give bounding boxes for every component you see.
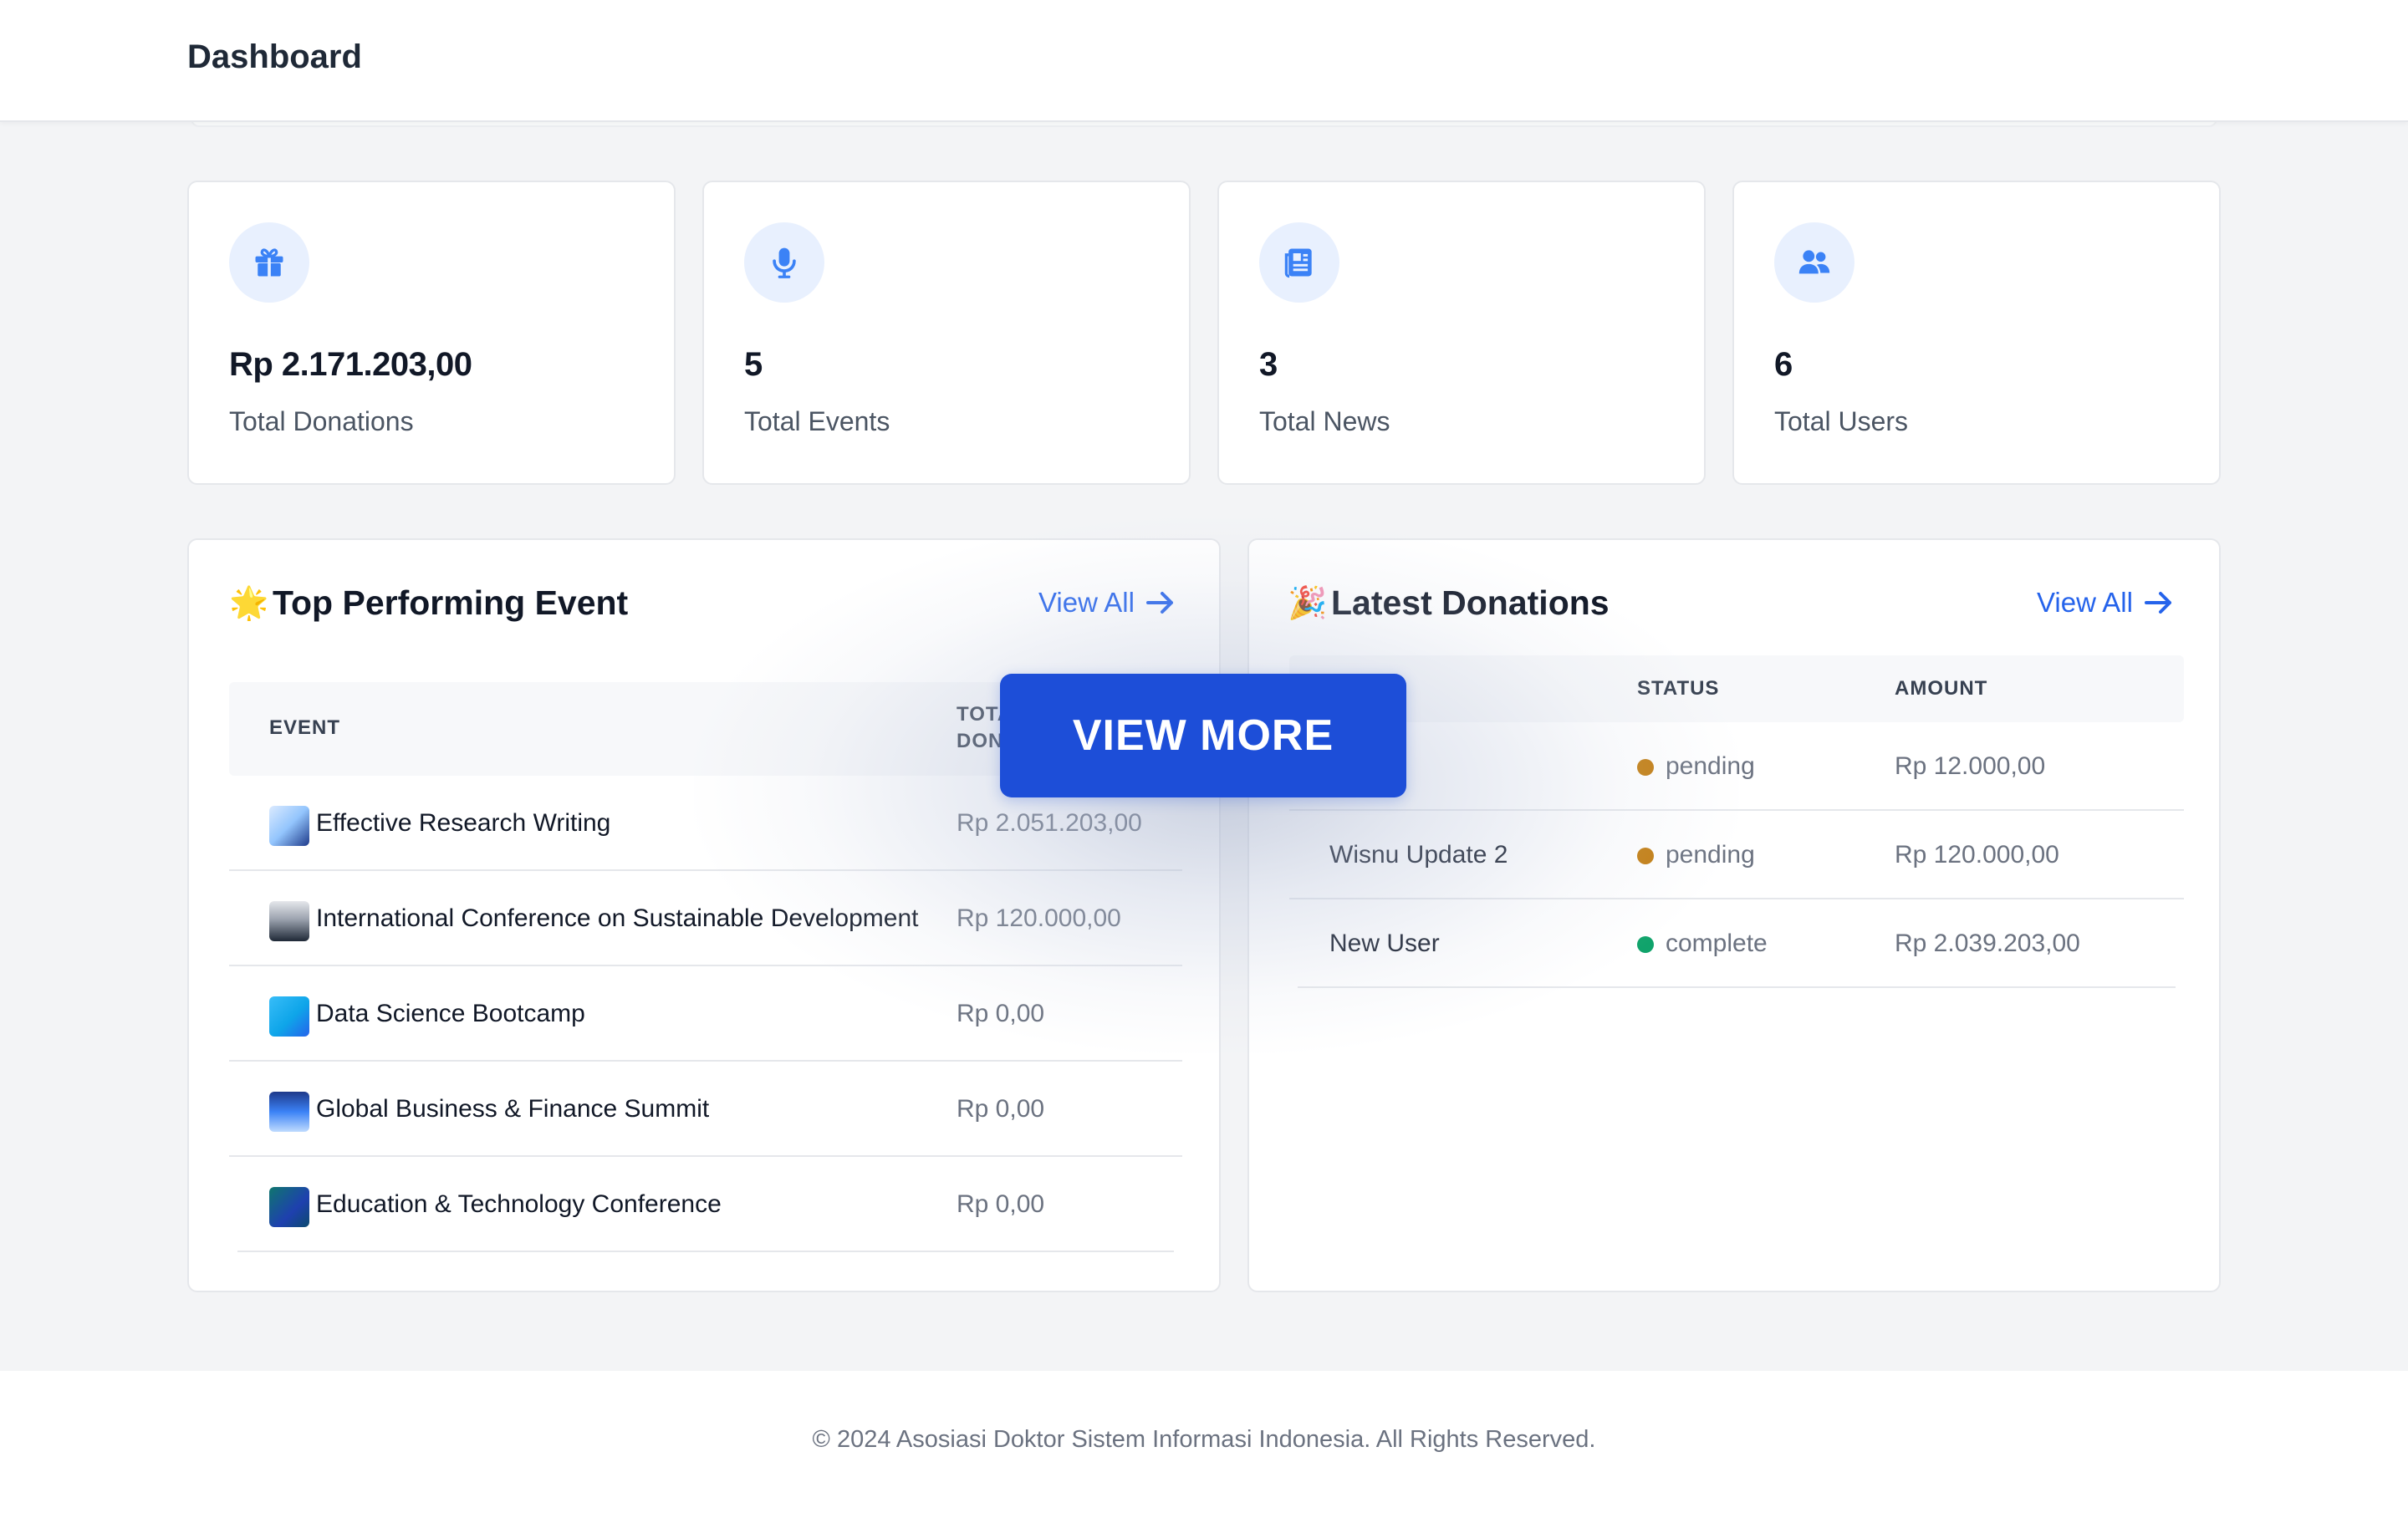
event-name: Global Business & Finance Summit bbox=[316, 1095, 710, 1123]
latest-donations-panel: 🎉 Latest Donations View All STATUS AMOUN… bbox=[1247, 538, 2221, 1292]
event-name: Data Science Bootcamp bbox=[316, 1000, 585, 1027]
event-total: Rp 120.000,00 bbox=[957, 904, 1121, 932]
stat-card-events: 5 Total Events bbox=[702, 181, 1191, 485]
event-total: Rp 0,00 bbox=[957, 1095, 1045, 1123]
table-row[interactable]: Data Science Bootcamp Rp 0,00 bbox=[229, 966, 1182, 1062]
donor-name: Wisnu Update 2 bbox=[1329, 841, 1508, 869]
stat-value: 6 bbox=[1774, 346, 1793, 383]
stat-label: Total Events bbox=[744, 406, 890, 436]
stat-label: Total Users bbox=[1774, 406, 1909, 436]
table-row[interactable]: Education & Technology Conference Rp 0,0… bbox=[237, 1157, 1174, 1252]
stat-value: 3 bbox=[1259, 346, 1278, 383]
stat-label: Total News bbox=[1259, 406, 1390, 436]
stat-label: Total Donations bbox=[229, 406, 414, 436]
event-thumbnail-image bbox=[269, 901, 309, 941]
stat-card-donations: Rp 2.171.203,00 Total Donations bbox=[187, 181, 676, 485]
table-row[interactable]: Global Business & Finance Summit Rp 0,00 bbox=[229, 1062, 1182, 1157]
users-icon bbox=[1774, 222, 1854, 303]
table-row[interactable]: Wisnu Update 2 pending Rp 120.000,00 bbox=[1289, 811, 2184, 899]
donation-amount: Rp 120.000,00 bbox=[1895, 841, 2059, 869]
column-header-amount: AMOUNT bbox=[1895, 677, 1988, 700]
party-popper-icon: 🎉 bbox=[1288, 585, 1328, 621]
footer-copyright: © 2024 Asosiasi Doktor Sistem Informasi … bbox=[812, 1426, 1596, 1453]
status-dot bbox=[1637, 848, 1654, 864]
event-name: International Conference on Sustainable … bbox=[316, 904, 919, 932]
stat-value: 5 bbox=[744, 346, 763, 383]
panel-title-text: Top Performing Event bbox=[273, 583, 629, 622]
table-header: STATUS AMOUNT bbox=[1289, 655, 2184, 722]
status-dot bbox=[1637, 936, 1654, 953]
event-total: Rp 0,00 bbox=[957, 1000, 1045, 1027]
donation-status: complete bbox=[1666, 930, 1768, 957]
table-row[interactable]: pending Rp 12.000,00 bbox=[1289, 722, 2184, 811]
event-name: Effective Research Writing bbox=[316, 809, 611, 837]
event-thumbnail-image bbox=[269, 806, 309, 846]
event-total: Rp 2.051.203,00 bbox=[957, 809, 1142, 837]
column-header-status: STATUS bbox=[1637, 677, 1720, 700]
stat-card-users: 6 Total Users bbox=[1732, 181, 2221, 485]
event-total: Rp 0,00 bbox=[957, 1190, 1045, 1218]
event-thumbnail-image bbox=[269, 1092, 309, 1132]
arrow-right-icon bbox=[2144, 592, 2171, 614]
donation-status: pending bbox=[1666, 752, 1755, 780]
event-thumbnail-image bbox=[269, 996, 309, 1037]
column-header-event: EVENT bbox=[269, 716, 341, 739]
gift-icon bbox=[229, 222, 309, 303]
newspaper-icon bbox=[1259, 222, 1339, 303]
view-all-label: View All bbox=[1038, 587, 1135, 618]
panel-title: 🎉 Latest Donations bbox=[1288, 583, 1610, 623]
event-thumbnail-image bbox=[269, 1187, 309, 1227]
page-title: Dashboard bbox=[187, 38, 362, 75]
donor-name: New User bbox=[1329, 930, 1440, 957]
stat-card-news: 3 Total News bbox=[1217, 181, 1706, 485]
top-navbar: Dashboard bbox=[0, 0, 2408, 122]
footer: © 2024 Asosiasi Doktor Sistem Informasi … bbox=[0, 1371, 2408, 1513]
event-name: Education & Technology Conference bbox=[316, 1190, 722, 1218]
microphone-icon bbox=[744, 222, 824, 303]
donation-amount: Rp 2.039.203,00 bbox=[1895, 930, 2080, 957]
donation-amount: Rp 12.000,00 bbox=[1895, 752, 2046, 780]
panel-title-text: Latest Donations bbox=[1331, 583, 1610, 622]
view-all-events-link[interactable]: View All bbox=[1038, 587, 1175, 619]
star-icon: 🌟 bbox=[229, 585, 269, 621]
table-row[interactable]: International Conference on Sustainable … bbox=[229, 871, 1182, 966]
panel-title: 🌟 Top Performing Event bbox=[229, 583, 628, 623]
top-events-panel: 🌟 Top Performing Event View All EVENT TO… bbox=[187, 538, 1221, 1292]
donation-status: pending bbox=[1666, 841, 1755, 869]
view-all-label: View All bbox=[2037, 587, 2133, 618]
view-all-donations-link[interactable]: View All bbox=[2037, 587, 2173, 619]
table-row[interactable]: New User complete Rp 2.039.203,00 bbox=[1298, 899, 2176, 988]
view-more-button[interactable]: VIEW MORE bbox=[1000, 674, 1406, 797]
stat-value: Rp 2.171.203,00 bbox=[229, 346, 472, 383]
status-dot bbox=[1637, 759, 1654, 776]
arrow-right-icon bbox=[1145, 592, 1173, 614]
